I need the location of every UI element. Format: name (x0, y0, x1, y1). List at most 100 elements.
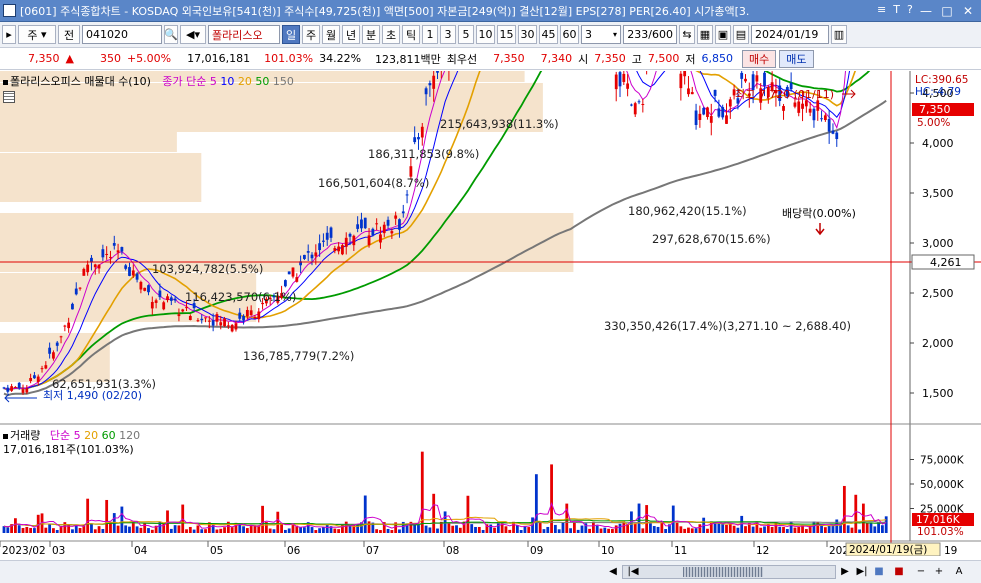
candle-body (249, 310, 253, 316)
candle-body (706, 107, 709, 118)
dividend-annotation: 배당락(0.00%) (782, 207, 856, 220)
volume-bar (398, 529, 401, 533)
price-ma-5: 5 (209, 75, 217, 88)
volume-bar (569, 528, 572, 533)
crosshair-price-tag-text: 4,261 (930, 256, 962, 269)
help-icon[interactable]: ? (907, 3, 913, 16)
interval-45[interactable]: 45 (539, 25, 558, 44)
period-week[interactable]: 주 (302, 25, 320, 44)
volume-bar (553, 524, 557, 533)
volume-bar (386, 528, 390, 533)
calendar-icon[interactable]: ▥ (831, 25, 847, 44)
date-input[interactable]: 2024/01/19 (751, 25, 829, 44)
volume-bar (447, 523, 451, 533)
close-button[interactable]: ✕ (959, 2, 977, 19)
menu-icon[interactable]: ≡ (877, 3, 886, 16)
interval-60[interactable]: 60 (560, 25, 579, 44)
volume-bar (150, 529, 154, 533)
zoom-out-icon[interactable]: − (914, 564, 928, 579)
period-minute[interactable]: 분 (362, 25, 380, 44)
link-icon[interactable]: ⇆ (679, 25, 695, 44)
font-icon[interactable]: T (893, 3, 900, 16)
volume-bar (314, 530, 318, 533)
zoom-box-icon[interactable]: ■ (872, 564, 886, 579)
interval-15[interactable]: 15 (497, 25, 516, 44)
candle-body (797, 101, 801, 113)
period-month[interactable]: 월 (322, 25, 340, 44)
interval-3[interactable]: 3 (440, 25, 456, 44)
candle-body (310, 254, 314, 259)
volume-bar (52, 528, 55, 533)
candle-body (436, 68, 439, 73)
type-select[interactable]: 주 ▾ (18, 25, 56, 44)
first-icon[interactable]: |◀ (626, 564, 640, 579)
volume-bar (515, 525, 519, 533)
legend-square-icon (3, 79, 8, 85)
volume-bar (147, 528, 150, 533)
reset-icon[interactable]: ■ (892, 564, 906, 579)
legend-square-icon (3, 433, 8, 439)
save-icon[interactable]: ▣ (715, 25, 731, 44)
candle-body (633, 103, 637, 115)
volume-bar (93, 529, 97, 533)
scroll-right-icon[interactable]: ▶ (838, 564, 852, 579)
x-tick-label: 11 (674, 545, 687, 556)
sell-button[interactable]: 매도 (779, 49, 814, 68)
volume-bar (782, 526, 785, 533)
bottom-bar: ◀ ▶ |◀ ▶| ■ ■ − + A (0, 560, 981, 583)
last-icon[interactable]: ▶| (855, 564, 869, 579)
period-second[interactable]: 초 (382, 25, 400, 44)
volume-bar (303, 527, 306, 533)
chart-canvas[interactable]: 7,0006,5006,0005,5005,0004,5004,0003,500… (0, 0, 981, 557)
volume-bar (496, 522, 500, 533)
volume-bar (793, 527, 797, 533)
candle-body (337, 246, 341, 252)
font-size-icon[interactable]: A (952, 564, 966, 579)
high-label: 고 (631, 52, 642, 66)
zoom-in-icon[interactable]: + (932, 564, 946, 579)
interval-1[interactable]: 1 (422, 25, 438, 44)
period-day[interactable]: 일 (282, 25, 300, 44)
speaker-icon[interactable]: ◀▾ (180, 25, 206, 44)
volume-bar (599, 528, 603, 533)
candle-body (177, 314, 181, 317)
table-icon[interactable]: ▤ (733, 25, 749, 44)
scrollbar[interactable] (622, 565, 836, 579)
count-input[interactable]: 233/600 (623, 25, 677, 44)
search-icon[interactable]: 🔍 (164, 25, 178, 44)
candle-body (816, 100, 820, 111)
candle-body (59, 336, 63, 338)
expand-icon[interactable]: ▸ (2, 25, 16, 44)
candle-body (325, 232, 329, 240)
maximize-button[interactable]: □ (938, 2, 956, 19)
volume-bar (466, 495, 470, 533)
candle-body (128, 267, 131, 276)
chart-area[interactable]: 7,0006,5006,0005,5005,0004,5004,0003,500… (0, 0, 981, 557)
scroll-thumb[interactable] (683, 567, 763, 577)
candle-body (33, 375, 36, 379)
candle-body (417, 137, 420, 140)
minimize-button[interactable]: — (917, 2, 935, 19)
code-input[interactable]: 041020 (82, 25, 162, 44)
table-icon[interactable] (3, 91, 15, 103)
interval-input[interactable]: 3 ▾ (581, 25, 621, 44)
title-bar: [0601] 주식종합차트 - KOSDAQ 외국인보유[541(천)] 주식수… (0, 0, 981, 22)
grid-icon[interactable]: ▦ (697, 25, 713, 44)
window-title: [0601] 주식종합차트 - KOSDAQ 외국인보유[541(천)] 주식수… (20, 4, 750, 18)
scroll-left-icon[interactable]: ◀ (606, 564, 620, 579)
volume-bar (67, 524, 71, 533)
volume-bar (120, 506, 124, 533)
buy-button[interactable]: 매수 (742, 49, 777, 68)
interval-30[interactable]: 30 (518, 25, 537, 44)
candle-body (379, 234, 382, 243)
interval-10[interactable]: 10 (476, 25, 495, 44)
interval-5[interactable]: 5 (458, 25, 474, 44)
volume-bar (276, 511, 280, 533)
candle-body (386, 219, 390, 226)
high-price: 7,500 (647, 52, 680, 65)
period-tick[interactable]: 틱 (402, 25, 420, 44)
mode-select[interactable]: 전 (58, 25, 80, 44)
volume-bar (778, 526, 782, 533)
period-year[interactable]: 년 (342, 25, 360, 44)
stock-name[interactable]: 폴라리스오 (208, 25, 280, 44)
